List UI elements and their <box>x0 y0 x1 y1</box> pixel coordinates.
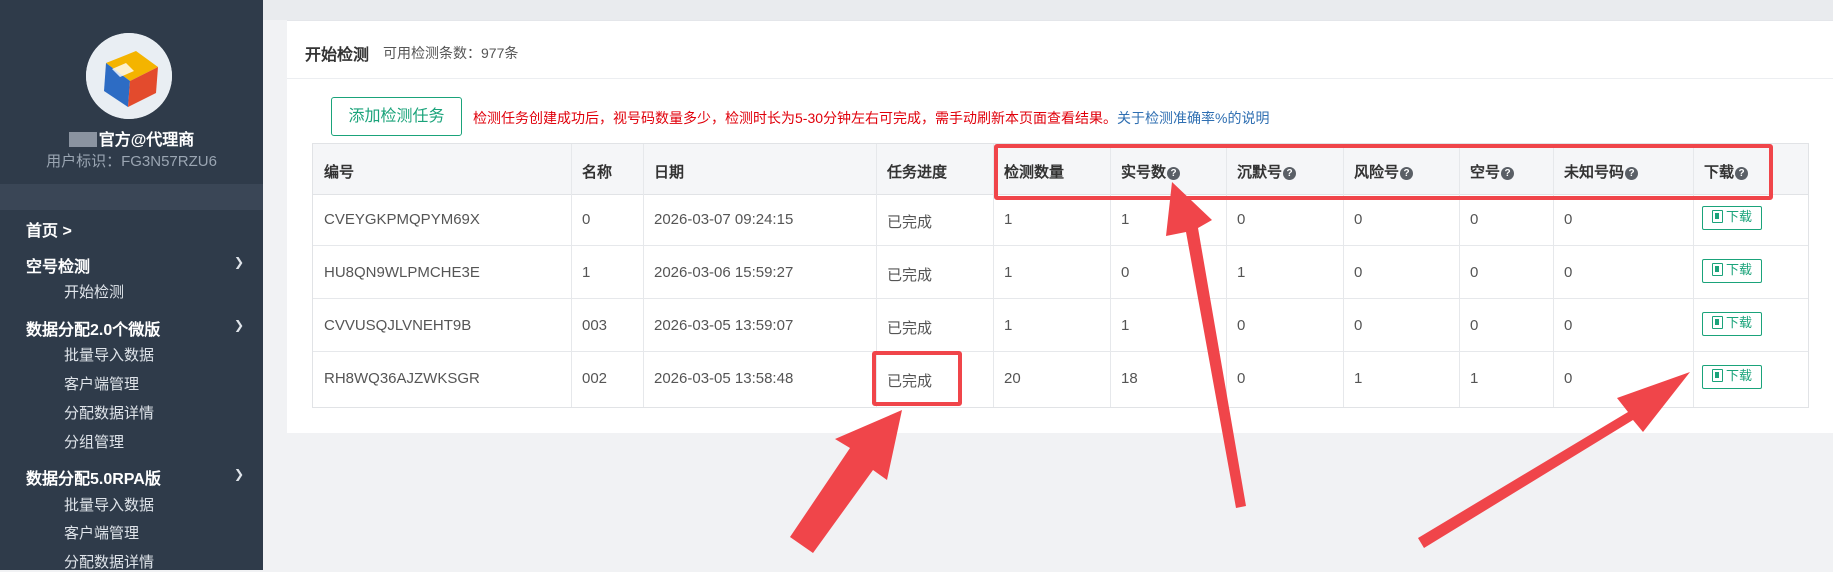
arrow-up-icon <box>790 410 902 553</box>
annotation-arrows <box>790 182 1690 553</box>
arrow-up-icon <box>1166 182 1246 508</box>
arrow-up-icon <box>1418 372 1690 548</box>
